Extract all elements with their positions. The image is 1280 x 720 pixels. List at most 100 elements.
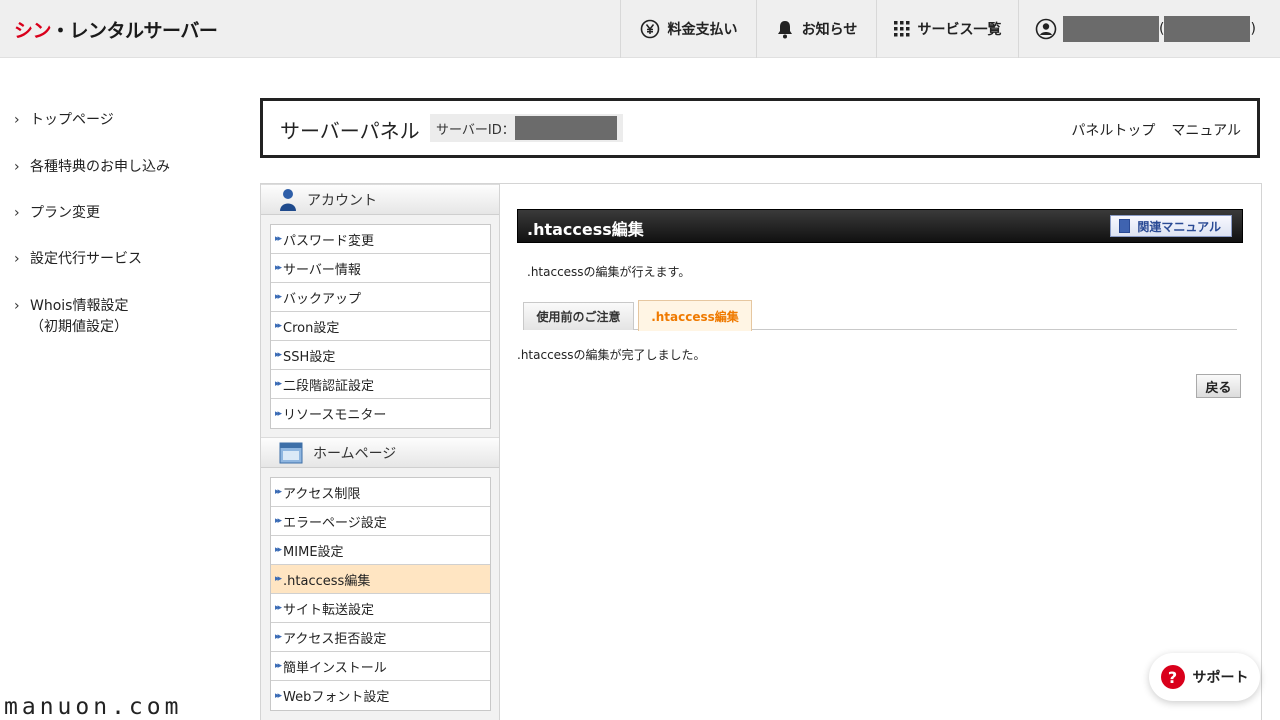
menu-item-htaccess[interactable]: ▸▸ .htaccess編集 [271, 565, 490, 594]
support-label: サポート [1192, 670, 1249, 686]
sidenav-item-label: トップページ [30, 112, 114, 128]
page-title: サーバーパネル [280, 119, 420, 143]
section-title: .htaccess編集 [527, 220, 644, 239]
user-paren-close: ) [1250, 21, 1256, 37]
arrow-icon: ▸▸ [275, 321, 282, 331]
user-circle-icon [1035, 18, 1057, 40]
account-menu-list: ▸▸ パスワード変更 ▸▸ サーバー情報 ▸▸ バックアップ ▸▸ Cron設定 ▸▸ S… [270, 224, 491, 429]
header-services-label: サービス一覧 [917, 22, 1002, 38]
menu-item-ssh[interactable]: ▸▸ SSH設定 [271, 341, 490, 370]
tab-htaccess-edit[interactable]: .htaccess編集 [638, 300, 752, 331]
menu-item-password[interactable]: ▸▸ パスワード変更 [271, 225, 490, 254]
user-person-icon [280, 188, 296, 211]
chevron-right-icon: › [14, 298, 20, 314]
menu-item-label: Cron設定 [283, 320, 340, 336]
back-button-label: 戻る [1205, 380, 1232, 396]
tab-label: .htaccess編集 [651, 309, 739, 324]
panel-top-link[interactable]: パネルトップ [1071, 123, 1155, 139]
sidenav-item-top[interactable]: › トップページ [14, 110, 114, 131]
logo-red-text: シン [14, 20, 52, 42]
menu-item-label: MIME設定 [283, 544, 344, 560]
bell-icon [777, 21, 792, 39]
header-services-button[interactable]: サービス一覧 [876, 0, 1018, 58]
logo-dark-text: ・レンタルサーバー [51, 20, 218, 42]
section-title-bar: .htaccess編集 関連マニュアル [517, 209, 1243, 243]
menu-item-label: エラーページ設定 [283, 515, 387, 531]
menu-item-label: アクセス制限 [283, 486, 361, 502]
arrow-icon: ▸▸ [275, 263, 282, 273]
user-name-redacted [1063, 16, 1159, 42]
menu-section-homepage: ホームページ [261, 437, 499, 468]
book-icon [1119, 219, 1131, 233]
menu-item-cron[interactable]: ▸▸ Cron設定 [271, 312, 490, 341]
menu-item-mime[interactable]: ▸▸ MIME設定 [271, 536, 490, 565]
sidenav-item-plan[interactable]: › プラン変更 [14, 203, 100, 224]
menu-item-label: バックアップ [283, 291, 362, 307]
menu-item-resource-monitor[interactable]: ▸▸ リソースモニター [271, 399, 490, 428]
help-icon: ? [1160, 665, 1185, 689]
menu-section-title: アカウント [307, 192, 377, 209]
sidenav-item-benefits[interactable]: › 各種特典のお申し込み [14, 157, 170, 178]
window-icon [279, 442, 303, 463]
menu-item-2fa[interactable]: ▸▸ 二段階認証設定 [271, 370, 490, 399]
menu-item-error-page[interactable]: ▸▸ エラーページ設定 [271, 507, 490, 536]
menu-section-title: ホームページ [313, 445, 397, 462]
support-button[interactable]: ? サポート [1149, 653, 1260, 701]
menu-item-label: 二段階認証設定 [283, 378, 375, 394]
menu-item-label: サーバー情報 [283, 262, 361, 278]
sidenav-item-proxy[interactable]: › 設定代行サービス [14, 249, 142, 270]
arrow-icon: ▸▸ [275, 350, 282, 360]
arrow-icon: ▸▸ [275, 690, 282, 701]
server-id-redacted [514, 116, 617, 140]
menu-item-label: サイト転送設定 [283, 602, 375, 618]
arrow-icon: ▸▸ [275, 487, 282, 497]
arrow-icon: ▸▸ [275, 603, 282, 613]
header-user-menu[interactable]: ( ) [1018, 0, 1280, 58]
sidenav-item-sublabel: （初期値設定） [30, 319, 128, 335]
sidenav-item-label: プラン変更 [30, 205, 100, 221]
grid-icon [893, 21, 909, 37]
top-header: シン・レンタルサーバー 料金支払い お知らせ サービス一覧 ( ) [0, 0, 1280, 58]
server-panel-header: サーバーパネル サーバーID： パネルトップ マニュアル [260, 98, 1260, 158]
chevron-right-icon: › [14, 205, 20, 221]
menu-item-backup[interactable]: ▸▸ バックアップ [271, 283, 490, 312]
chevron-right-icon: › [14, 112, 20, 128]
sidenav-item-label: Whois情報設定 [30, 298, 129, 314]
menu-item-access-restriction[interactable]: ▸▸ アクセス制限 [271, 478, 490, 507]
section-description: .htaccessの編集が行えます。 [527, 265, 691, 279]
arrow-icon: ▸▸ [275, 292, 282, 302]
chevron-right-icon: › [14, 159, 20, 175]
arrow-icon: ▸▸ [275, 234, 282, 244]
menu-item-site-redirect[interactable]: ▸▸ サイト転送設定 [271, 594, 490, 623]
back-button[interactable]: 戻る [1196, 374, 1241, 398]
header-billing-label: 料金支払い [667, 22, 738, 38]
menu-item-label: アクセス拒否設定 [283, 631, 387, 647]
main-content: .htaccess編集 関連マニュアル .htaccessの編集が行えます。 使… [517, 209, 1243, 398]
menu-item-label: .htaccess編集 [283, 573, 371, 589]
watermark: manuon.com [4, 694, 183, 720]
arrow-icon: ▸▸ [275, 545, 282, 555]
header-billing-button[interactable]: 料金支払い [620, 0, 756, 58]
menu-item-label: リソースモニター [283, 408, 387, 423]
menu-section-account: アカウント [261, 184, 499, 215]
related-manual-button[interactable]: 関連マニュアル [1110, 215, 1232, 237]
sidenav-item-label: 設定代行サービス [30, 251, 142, 267]
server-id-badge: サーバーID： [430, 114, 623, 142]
menu-item-web-font[interactable]: ▸▸ Webフォント設定 [271, 681, 490, 710]
chevron-right-icon: › [14, 251, 20, 267]
content-frame: アカウント ▸▸ パスワード変更 ▸▸ サーバー情報 ▸▸ バックアップ ▸▸ Cron… [260, 183, 1262, 720]
arrow-icon: ▸▸ [275, 574, 282, 584]
menu-item-easy-install[interactable]: ▸▸ 簡単インストール [271, 652, 490, 681]
header-news-label: お知らせ [801, 22, 858, 38]
menu-item-label: 簡単インストール [283, 660, 387, 676]
logo[interactable]: シン・レンタルサーバー [14, 16, 218, 43]
menu-item-server-info[interactable]: ▸▸ サーバー情報 [271, 254, 490, 283]
menu-item-label: SSH設定 [283, 349, 336, 365]
sidenav-item-whois[interactable]: › Whois情報設定 （初期値設定） [14, 296, 128, 338]
menu-item-access-deny[interactable]: ▸▸ アクセス拒否設定 [271, 623, 490, 652]
arrow-icon: ▸▸ [275, 379, 282, 389]
tab-notes[interactable]: 使用前のご注意 [523, 302, 634, 330]
header-news-button[interactable]: お知らせ [756, 0, 876, 58]
manual-link[interactable]: マニュアル [1171, 123, 1241, 139]
arrow-icon: ▸▸ [275, 632, 282, 642]
